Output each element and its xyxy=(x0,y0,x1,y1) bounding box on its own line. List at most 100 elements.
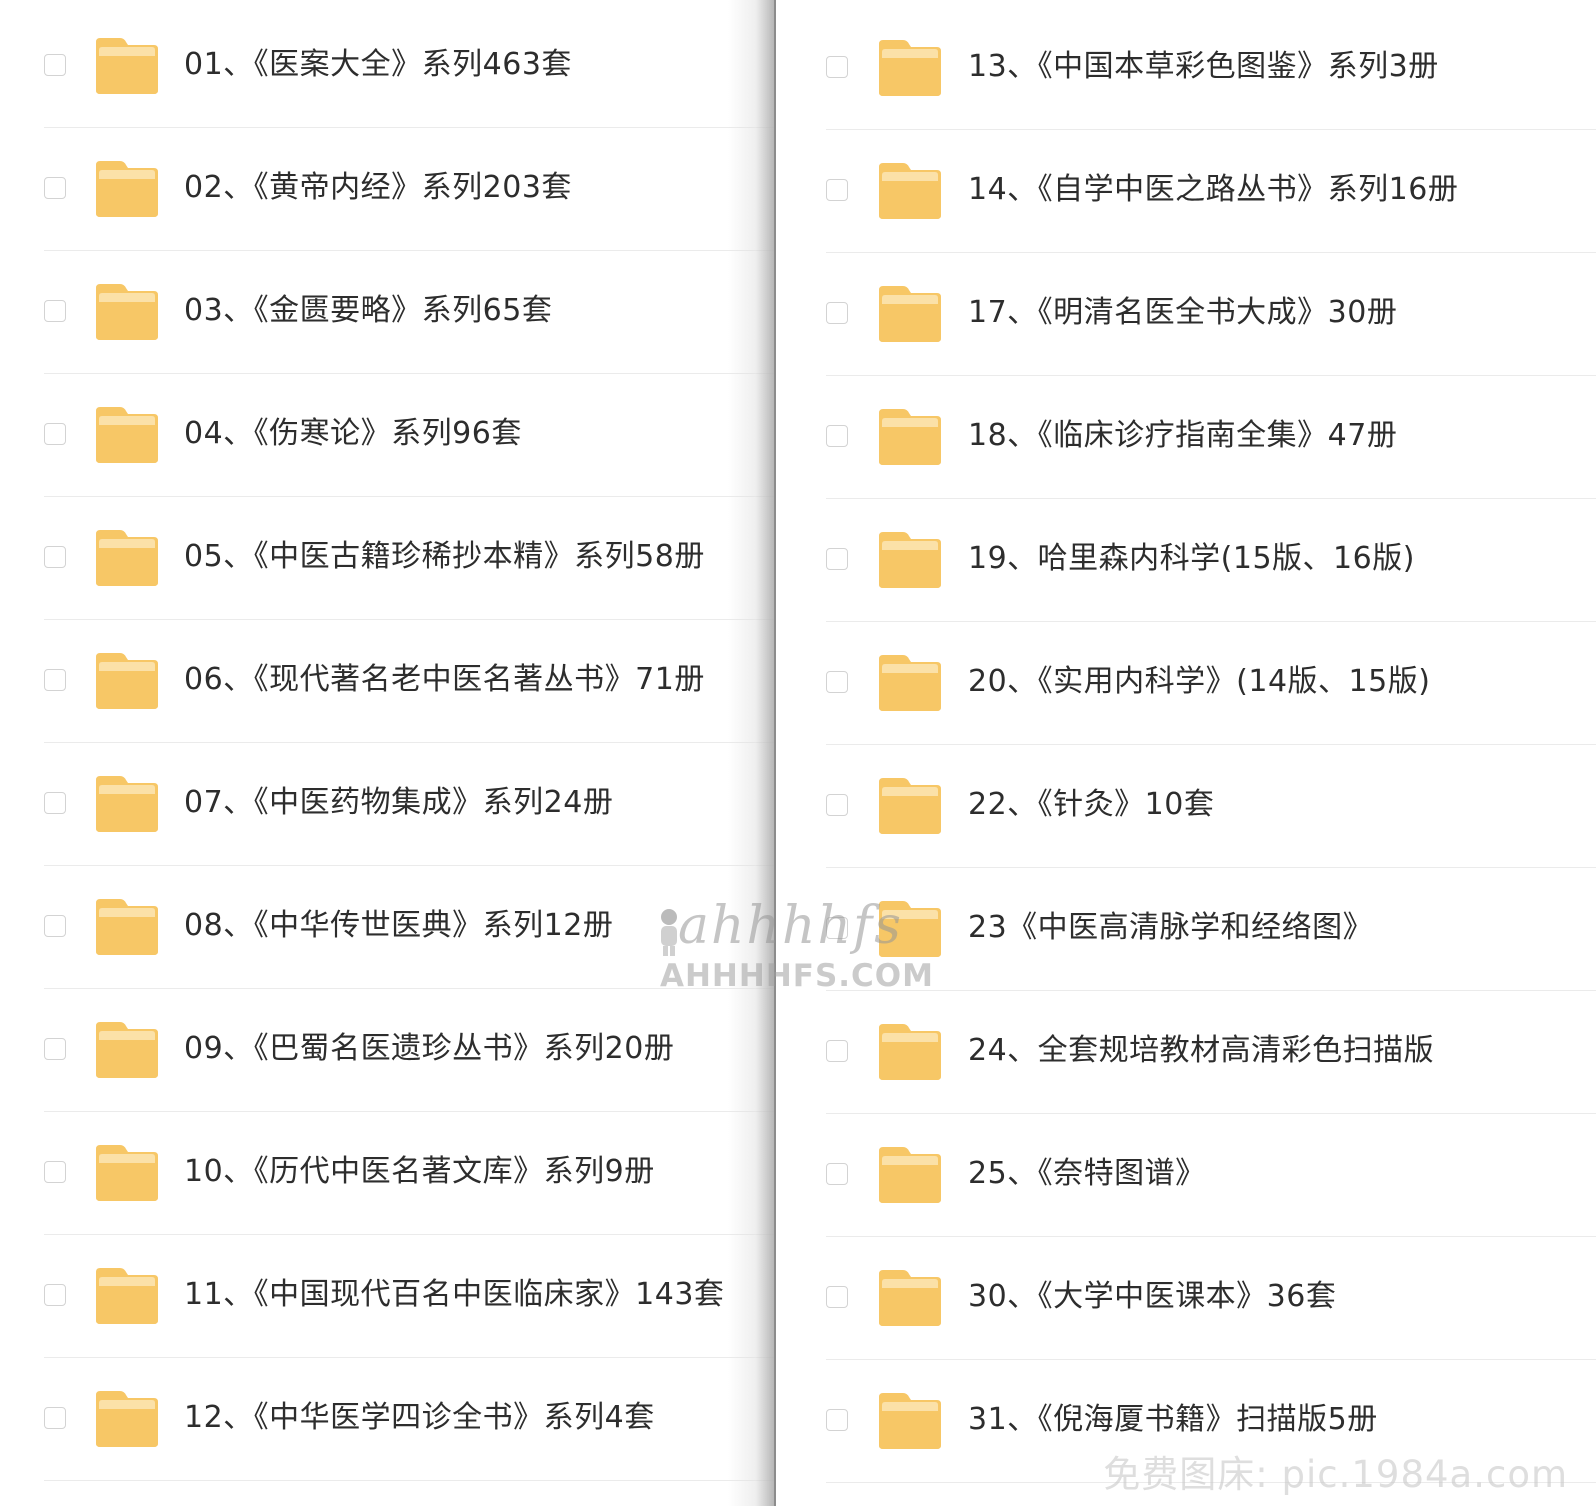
list-item[interactable]: 30、《大学中医课本》36套 xyxy=(776,1237,1596,1360)
checkbox[interactable] xyxy=(826,794,848,816)
folder-icon[interactable] xyxy=(94,526,160,588)
folder-name[interactable]: 12、《中华医学四诊全书》系列4套 xyxy=(184,1398,655,1438)
left-file-panel: 01、《医案大全》系列463套 02、《黄帝内经》系列203套 03、《金匮要略》系… xyxy=(0,0,774,1506)
folder-name[interactable]: 11、《中国现代百名中医临床家》143套 xyxy=(184,1275,724,1315)
folder-name[interactable]: 25、《奈特图谱》 xyxy=(968,1154,1206,1194)
checkbox[interactable] xyxy=(44,669,66,691)
folder-name[interactable]: 08、《中华传世医典》系列12册 xyxy=(184,906,613,946)
folder-icon[interactable] xyxy=(877,651,943,713)
folder-icon[interactable] xyxy=(877,1143,943,1205)
list-item[interactable]: 10、《历代中医名著文库》系列9册 xyxy=(0,1112,774,1235)
list-item[interactable]: 22、《针灸》10套 xyxy=(776,745,1596,868)
folder-name[interactable]: 20、《实用内科学》(14版、15版) xyxy=(968,662,1430,702)
list-item[interactable]: 11、《中国现代百名中医临床家》143套 xyxy=(0,1235,774,1358)
checkbox[interactable] xyxy=(826,671,848,693)
list-item[interactable]: 08、《中华传世医典》系列12册 xyxy=(0,866,774,989)
checkbox[interactable] xyxy=(44,177,66,199)
folder-icon[interactable] xyxy=(94,895,160,957)
list-item[interactable]: 19、哈里森内科学(15版、16版) xyxy=(776,499,1596,622)
folder-name[interactable]: 01、《医案大全》系列463套 xyxy=(184,45,572,85)
list-item[interactable]: 14、《自学中医之路丛书》系列16册 xyxy=(776,130,1596,253)
folder-name[interactable]: 14、《自学中医之路丛书》系列16册 xyxy=(968,170,1458,210)
checkbox[interactable] xyxy=(826,56,848,78)
checkbox[interactable] xyxy=(826,1409,848,1431)
checkbox[interactable] xyxy=(826,302,848,324)
folder-icon[interactable] xyxy=(94,1141,160,1203)
checkbox[interactable] xyxy=(44,1407,66,1429)
folder-name[interactable]: 19、哈里森内科学(15版、16版) xyxy=(968,539,1415,579)
folder-icon[interactable] xyxy=(877,1020,943,1082)
left-file-list: 01、《医案大全》系列463套 02、《黄帝内经》系列203套 03、《金匮要略》系… xyxy=(0,5,774,1481)
checkbox[interactable] xyxy=(826,917,848,939)
list-item[interactable]: 03、《金匮要略》系列65套 xyxy=(0,251,774,374)
checkbox[interactable] xyxy=(826,179,848,201)
folder-icon[interactable] xyxy=(877,282,943,344)
checkbox[interactable] xyxy=(44,423,66,445)
folder-name[interactable]: 05、《中医古籍珍稀抄本精》系列58册 xyxy=(184,537,705,577)
folder-icon[interactable] xyxy=(94,649,160,711)
list-item[interactable]: 18、《临床诊疗指南全集》47册 xyxy=(776,376,1596,499)
folder-name[interactable]: 04、《伤寒论》系列96套 xyxy=(184,414,522,454)
folder-name[interactable]: 09、《巴蜀名医遗珍丛书》系列20册 xyxy=(184,1029,674,1069)
list-item[interactable]: 06、《现代著名老中医名著丛书》71册 xyxy=(0,620,774,743)
folder-icon[interactable] xyxy=(94,403,160,465)
folder-icon[interactable] xyxy=(94,1018,160,1080)
checkbox[interactable] xyxy=(44,300,66,322)
folder-icon[interactable] xyxy=(877,159,943,221)
checkbox[interactable] xyxy=(44,792,66,814)
list-item[interactable]: 17、《明清名医全书大成》30册 xyxy=(776,253,1596,376)
list-item[interactable]: 12、《中华医学四诊全书》系列4套 xyxy=(0,1358,774,1481)
list-item[interactable]: 01、《医案大全》系列463套 xyxy=(0,5,774,128)
checkbox[interactable] xyxy=(44,1038,66,1060)
checkbox[interactable] xyxy=(44,1284,66,1306)
folder-name[interactable]: 22、《针灸》10套 xyxy=(968,785,1214,825)
folder-name[interactable]: 02、《黄帝内经》系列203套 xyxy=(184,168,572,208)
checkbox[interactable] xyxy=(44,915,66,937)
folder-name[interactable]: 24、全套规培教材高清彩色扫描版 xyxy=(968,1031,1434,1071)
list-item[interactable]: 24、全套规培教材高清彩色扫描版 xyxy=(776,991,1596,1114)
list-item[interactable]: 13、《中国本草彩色图鉴》系列3册 xyxy=(776,7,1596,130)
list-item[interactable]: 07、《中医药物集成》系列24册 xyxy=(0,743,774,866)
folder-icon[interactable] xyxy=(94,772,160,834)
folder-icon[interactable] xyxy=(94,34,160,96)
list-item[interactable]: 04、《伤寒论》系列96套 xyxy=(0,374,774,497)
folder-icon[interactable] xyxy=(94,157,160,219)
list-item[interactable]: 23《中医高清脉学和经络图》 xyxy=(776,868,1596,991)
checkbox[interactable] xyxy=(44,546,66,568)
folder-name[interactable]: 31、《倪海厦书籍》扫描版5册 xyxy=(968,1400,1378,1440)
folder-name[interactable]: 23《中医高清脉学和经络图》 xyxy=(968,908,1373,948)
list-item[interactable]: 05、《中医古籍珍稀抄本精》系列58册 xyxy=(0,497,774,620)
checkbox[interactable] xyxy=(826,1286,848,1308)
checkbox[interactable] xyxy=(826,425,848,447)
list-item[interactable]: 09、《巴蜀名医遗珍丛书》系列20册 xyxy=(0,989,774,1112)
folder-name[interactable]: 10、《历代中医名著文库》系列9册 xyxy=(184,1152,655,1192)
checkbox[interactable] xyxy=(826,1040,848,1062)
folder-name[interactable]: 07、《中医药物集成》系列24册 xyxy=(184,783,613,823)
folder-icon[interactable] xyxy=(877,897,943,959)
folder-icon[interactable] xyxy=(94,280,160,342)
folder-icon[interactable] xyxy=(877,528,943,590)
folder-icon[interactable] xyxy=(877,774,943,836)
folder-icon[interactable] xyxy=(877,36,943,98)
checkbox[interactable] xyxy=(826,1163,848,1185)
folder-name[interactable]: 03、《金匮要略》系列65套 xyxy=(184,291,552,331)
folder-name[interactable]: 06、《现代著名老中医名著丛书》71册 xyxy=(184,660,705,700)
row-separator xyxy=(44,1480,774,1481)
folder-name[interactable]: 30、《大学中医课本》36套 xyxy=(968,1277,1336,1317)
folder-icon[interactable] xyxy=(94,1387,160,1449)
list-item[interactable]: 20、《实用内科学》(14版、15版) xyxy=(776,622,1596,745)
right-file-list: 13、《中国本草彩色图鉴》系列3册 14、《自学中医之路丛书》系列16册 17、《明… xyxy=(776,7,1596,1483)
corner-watermark: 免费图床: pic.1984a.com xyxy=(1103,1453,1568,1496)
folder-icon[interactable] xyxy=(877,405,943,467)
checkbox[interactable] xyxy=(44,1161,66,1183)
folder-icon[interactable] xyxy=(94,1264,160,1326)
checkbox[interactable] xyxy=(44,54,66,76)
list-item[interactable]: 25、《奈特图谱》 xyxy=(776,1114,1596,1237)
folder-name[interactable]: 17、《明清名医全书大成》30册 xyxy=(968,293,1397,333)
folder-name[interactable]: 13、《中国本草彩色图鉴》系列3册 xyxy=(968,47,1439,87)
checkbox[interactable] xyxy=(826,548,848,570)
list-item[interactable]: 02、《黄帝内经》系列203套 xyxy=(0,128,774,251)
folder-icon[interactable] xyxy=(877,1266,943,1328)
folder-name[interactable]: 18、《临床诊疗指南全集》47册 xyxy=(968,416,1397,456)
folder-icon[interactable] xyxy=(877,1389,943,1451)
